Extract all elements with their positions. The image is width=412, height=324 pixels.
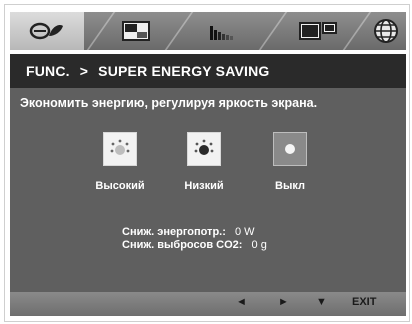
tab-divider	[258, 12, 288, 50]
func-label: FUNC.	[26, 63, 70, 79]
globe-icon	[374, 19, 398, 43]
option-off-label: Выкл	[275, 180, 305, 192]
power-reduction-row: Сниж. энергопотр.: 0 W	[122, 226, 267, 239]
off-button[interactable]	[273, 132, 307, 166]
high-saving-icon	[110, 139, 130, 155]
low-saving-icon	[194, 139, 214, 155]
tab-language[interactable]	[366, 12, 406, 50]
tab-picture[interactable]	[10, 12, 84, 50]
picture-icon	[29, 22, 63, 40]
down-arrow-button[interactable]: ▼	[316, 296, 327, 308]
co2-reduction-label: Сниж. выбросов CO2:	[122, 239, 243, 251]
power-reduction-value: 0 W	[234, 226, 255, 238]
low-saving-button[interactable]	[187, 132, 221, 166]
description-text: Экономить энергию, регулируя яркость экр…	[20, 96, 318, 110]
page-title: SUPER ENERGY SAVING	[98, 63, 270, 79]
option-low[interactable]: Низкий	[174, 132, 234, 192]
option-high-label: Высокий	[95, 180, 145, 192]
tab-color[interactable]	[188, 12, 258, 50]
exit-button[interactable]: EXIT	[352, 296, 376, 308]
high-saving-button[interactable]	[103, 132, 137, 166]
option-off[interactable]: Выкл	[260, 132, 320, 192]
tab-pip[interactable]	[106, 12, 166, 50]
savings-stats: Сниж. энергопотр.: 0 W Сниж. выбросов CO…	[122, 226, 267, 252]
option-high[interactable]: Высокий	[90, 132, 150, 192]
power-reduction-label: Сниж. энергопотр.:	[122, 226, 226, 238]
color-bars-icon	[210, 26, 233, 40]
menu-header: FUNC. > SUPER ENERGY SAVING	[10, 54, 406, 88]
option-low-label: Низкий	[184, 180, 224, 192]
tab-bar	[10, 12, 406, 50]
dual-screen-icon	[299, 22, 337, 40]
breadcrumb-separator: >	[79, 63, 89, 79]
left-arrow-button[interactable]: ◄	[236, 296, 247, 308]
co2-reduction-value: 0 g	[251, 239, 267, 251]
content-panel: Экономить энергию, регулируя яркость экр…	[10, 88, 406, 292]
tab-dual[interactable]	[286, 12, 350, 50]
bottom-nav-bar: ◄ ► ▼ EXIT	[10, 292, 406, 316]
pip-layout-icon	[122, 21, 150, 41]
co2-reduction-row: Сниж. выбросов CO2: 0 g	[122, 239, 267, 252]
right-arrow-button[interactable]: ►	[278, 296, 289, 308]
off-icon	[285, 144, 295, 154]
